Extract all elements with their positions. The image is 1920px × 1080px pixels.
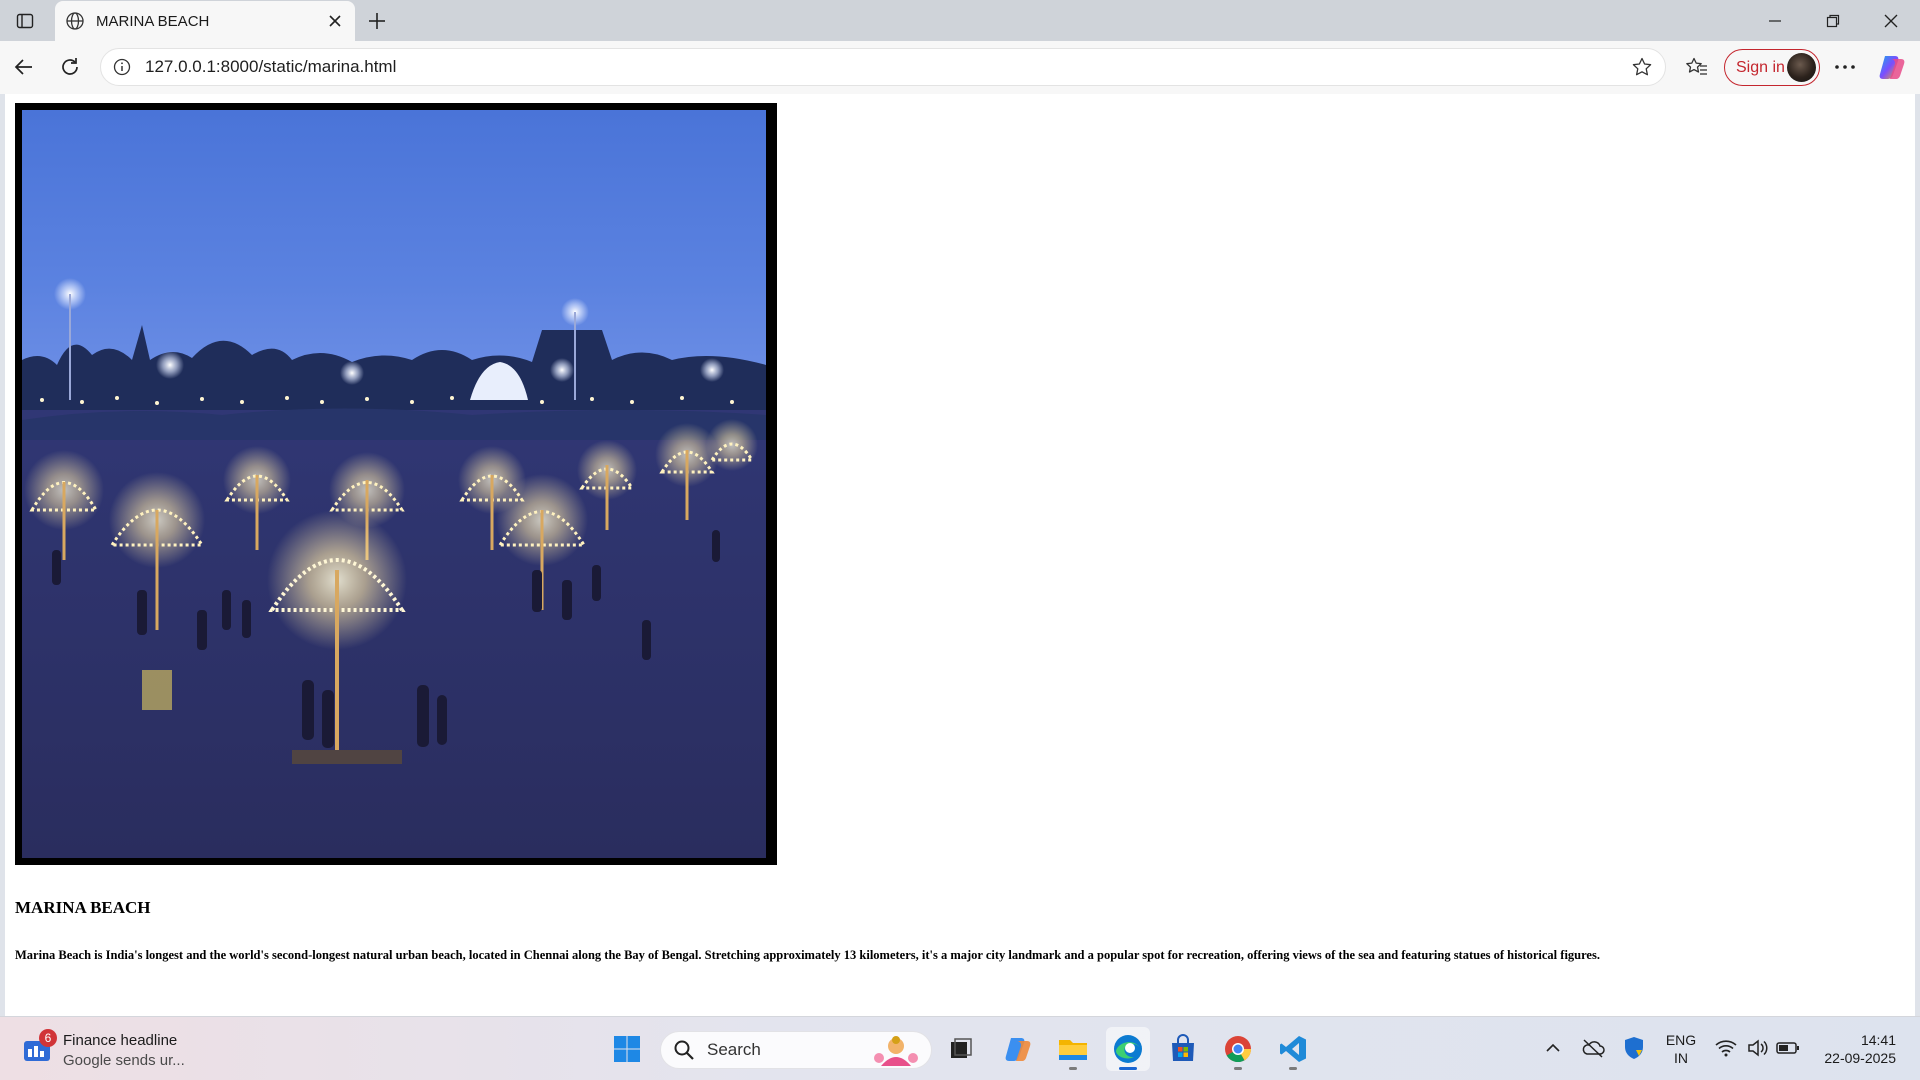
clock-date: 22-09-2025: [1824, 1050, 1896, 1066]
onedrive-icon[interactable]: [1578, 1035, 1608, 1061]
running-indicator: [1289, 1067, 1297, 1070]
copilot-icon[interactable]: [996, 1027, 1040, 1071]
page-heading: MARINA BEACH: [15, 898, 151, 917]
close-tab-icon[interactable]: [321, 7, 349, 35]
search-label: Search: [707, 1040, 761, 1059]
page-viewport: MARINA BEACH Marina Beach is India's lon…: [5, 94, 1915, 1016]
edge-icon[interactable]: [1106, 1027, 1150, 1071]
favorites-icon[interactable]: [1680, 50, 1714, 84]
vscode-icon[interactable]: [1271, 1027, 1315, 1071]
show-hidden-icons-icon[interactable]: [1540, 1035, 1566, 1061]
browser-tab[interactable]: MARINA BEACH: [55, 1, 355, 41]
chrome-icon[interactable]: [1216, 1027, 1260, 1071]
taskbar-search[interactable]: Search: [660, 1031, 932, 1069]
profile-avatar: [1787, 53, 1816, 82]
windows-taskbar: 6 Finance headline Google sends ur... Se…: [0, 1016, 1920, 1080]
task-view-icon[interactable]: [939, 1027, 983, 1071]
sign-in-label: Sign in: [1736, 58, 1785, 76]
back-icon[interactable]: [7, 50, 41, 84]
widget-badge: 6: [39, 1029, 57, 1047]
news-widget[interactable]: 6 Finance headline Google sends ur...: [22, 1029, 202, 1073]
marina-beach-photo-frame: [15, 103, 777, 865]
url-text: 127.0.0.1:8000/static/marina.html: [145, 57, 397, 76]
tab-title: MARINA BEACH: [96, 12, 210, 30]
wifi-icon[interactable]: [1712, 1035, 1740, 1061]
refresh-icon[interactable]: [53, 50, 87, 84]
search-highlight-icon: [871, 1034, 921, 1066]
widget-subtitle: Google sends ur...: [63, 1052, 185, 1069]
tab-actions-icon[interactable]: [10, 6, 40, 36]
browser-tab-bar: MARINA BEACH: [0, 0, 1920, 41]
start-icon[interactable]: [605, 1027, 649, 1071]
language-line-1: ENG: [1665, 1032, 1697, 1048]
favorite-star-icon[interactable]: [1625, 50, 1659, 84]
clock-time: 14:41: [1860, 1032, 1896, 1048]
battery-icon[interactable]: [1774, 1035, 1802, 1061]
search-icon: [673, 1039, 695, 1061]
security-shield-icon[interactable]: [1620, 1035, 1648, 1061]
sign-in-button[interactable]: Sign in: [1724, 49, 1820, 86]
marina-beach-photo: [22, 110, 766, 858]
copilot-sidebar-icon[interactable]: [1877, 52, 1907, 82]
more-options-icon[interactable]: [1828, 50, 1862, 84]
restore-icon[interactable]: [1804, 0, 1862, 41]
language-line-2: IN: [1674, 1050, 1688, 1066]
running-indicator: [1234, 1067, 1242, 1070]
system-clock[interactable]: 14:41 22-09-2025: [1812, 1031, 1896, 1067]
site-info-icon[interactable]: [111, 56, 133, 78]
running-indicator: [1069, 1067, 1077, 1070]
language-indicator[interactable]: ENG IN: [1664, 1031, 1698, 1067]
close-window-icon[interactable]: [1862, 0, 1920, 41]
microsoft-store-icon[interactable]: [1161, 1027, 1205, 1071]
globe-icon: [64, 10, 86, 32]
new-tab-icon[interactable]: [362, 6, 392, 36]
minimize-icon[interactable]: [1746, 0, 1804, 41]
active-indicator: [1119, 1067, 1137, 1070]
address-bar[interactable]: 127.0.0.1:8000/static/marina.html: [100, 48, 1666, 86]
browser-toolbar: 127.0.0.1:8000/static/marina.html Sign i…: [0, 41, 1920, 94]
file-explorer-icon[interactable]: [1051, 1027, 1095, 1071]
page-description: Marina Beach is India's longest and the …: [15, 948, 1600, 962]
volume-icon[interactable]: [1744, 1035, 1772, 1061]
widget-title: Finance headline: [63, 1032, 178, 1049]
